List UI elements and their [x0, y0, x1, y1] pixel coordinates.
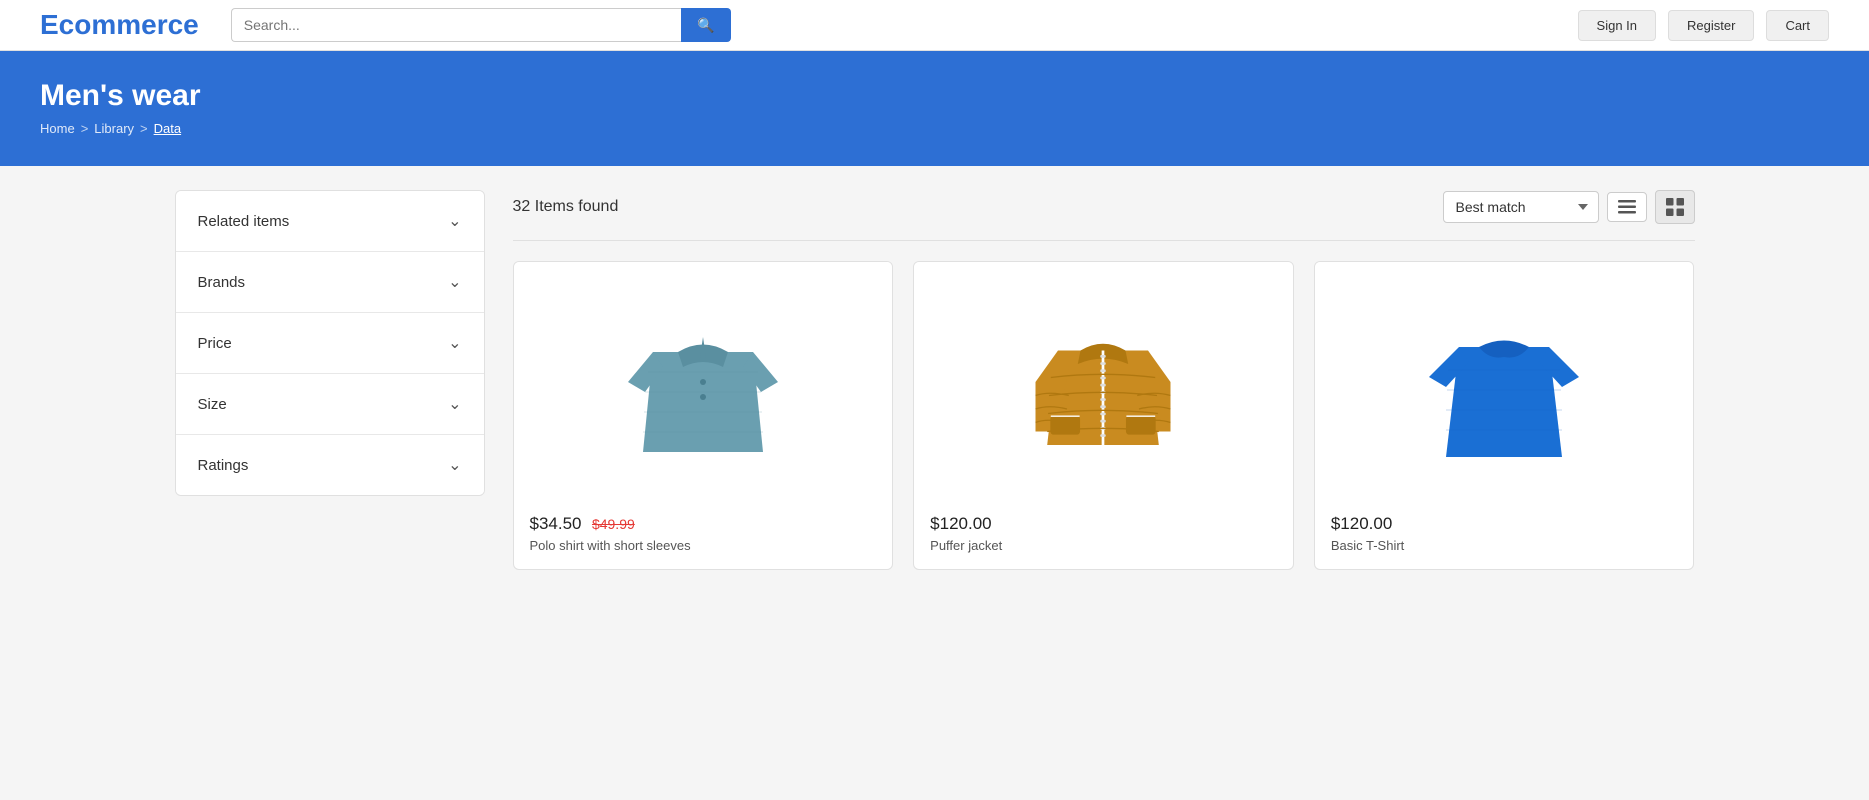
- hero-banner: Men's wear Home > Library > Data: [0, 51, 1869, 166]
- main-container: Related items ⌄ Brands ⌄ Price ⌄ Size ⌄ …: [135, 166, 1735, 594]
- list-view-button[interactable]: [1607, 192, 1647, 222]
- chevron-down-icon: ⌄: [448, 455, 461, 475]
- product-price-tshirt: $120.00: [1331, 514, 1678, 534]
- breadcrumb-home[interactable]: Home: [40, 121, 75, 136]
- filter-related-items[interactable]: Related items ⌄: [176, 191, 484, 252]
- filter-related-items-label: Related items: [198, 213, 290, 230]
- register-button[interactable]: Register: [1668, 10, 1754, 41]
- product-name-polo: Polo shirt with short sleeves: [530, 538, 877, 553]
- breadcrumb: Home > Library > Data: [40, 121, 1829, 136]
- sort-select[interactable]: Best match Price: Low to High Price: Hig…: [1443, 191, 1599, 223]
- search-input[interactable]: [231, 8, 682, 42]
- list-icon: [1618, 200, 1636, 214]
- breadcrumb-current: Data: [154, 121, 181, 136]
- signin-button[interactable]: Sign In: [1578, 10, 1656, 41]
- product-image-tshirt: [1315, 262, 1694, 502]
- header: Ecommerce 🔍 Sign In Register Cart: [0, 0, 1869, 51]
- breadcrumb-sep-1: >: [81, 121, 89, 136]
- grid-icon: [1666, 198, 1684, 216]
- filter-brands-label: Brands: [198, 274, 246, 291]
- chevron-down-icon: ⌄: [448, 394, 461, 414]
- divider: [513, 240, 1695, 241]
- product-card-tshirt[interactable]: $120.00 Basic T-Shirt: [1314, 261, 1695, 570]
- filter-price[interactable]: Price ⌄: [176, 313, 484, 374]
- product-price-jacket: $120.00: [930, 514, 1277, 534]
- products-area: 32 Items found Best match Price: Low to …: [513, 190, 1695, 570]
- product-price-polo: $34.50 $49.99: [530, 514, 877, 534]
- filter-panel: Related items ⌄ Brands ⌄ Price ⌄ Size ⌄ …: [175, 190, 485, 496]
- filter-price-label: Price: [198, 335, 232, 352]
- polo-shirt-image: [623, 292, 783, 472]
- chevron-down-icon: ⌄: [448, 272, 461, 292]
- product-image-jacket: [914, 262, 1293, 502]
- tshirt-image: [1424, 292, 1584, 472]
- filter-brands[interactable]: Brands ⌄: [176, 252, 484, 313]
- items-count: 32 Items found: [513, 198, 619, 216]
- grid-view-button[interactable]: [1655, 190, 1695, 224]
- breadcrumb-library[interactable]: Library: [94, 121, 134, 136]
- product-name-jacket: Puffer jacket: [930, 538, 1277, 553]
- product-grid: $34.50 $49.99 Polo shirt with short slee…: [513, 261, 1695, 570]
- product-card-polo[interactable]: $34.50 $49.99 Polo shirt with short slee…: [513, 261, 894, 570]
- filter-size[interactable]: Size ⌄: [176, 374, 484, 435]
- cart-button[interactable]: Cart: [1766, 10, 1829, 41]
- product-card-jacket[interactable]: $120.00 Puffer jacket: [913, 261, 1294, 570]
- product-info-jacket: $120.00 Puffer jacket: [914, 502, 1293, 569]
- product-name-tshirt: Basic T-Shirt: [1331, 538, 1678, 553]
- page-title: Men's wear: [40, 79, 1829, 113]
- filter-ratings[interactable]: Ratings ⌄: [176, 435, 484, 495]
- sidebar: Related items ⌄ Brands ⌄ Price ⌄ Size ⌄ …: [175, 190, 485, 570]
- header-actions: Sign In Register Cart: [1578, 10, 1829, 41]
- filter-size-label: Size: [198, 396, 227, 413]
- sort-controls: Best match Price: Low to High Price: Hig…: [1443, 190, 1695, 224]
- product-info-polo: $34.50 $49.99 Polo shirt with short slee…: [514, 502, 893, 569]
- product-image-polo: [514, 262, 893, 502]
- logo[interactable]: Ecommerce: [40, 9, 199, 41]
- products-header: 32 Items found Best match Price: Low to …: [513, 190, 1695, 224]
- product-info-tshirt: $120.00 Basic T-Shirt: [1315, 502, 1694, 569]
- search-bar: 🔍: [231, 8, 731, 42]
- chevron-down-icon: ⌄: [448, 333, 461, 353]
- filter-ratings-label: Ratings: [198, 457, 249, 474]
- search-button[interactable]: 🔍: [681, 8, 730, 42]
- breadcrumb-sep-2: >: [140, 121, 148, 136]
- chevron-down-icon: ⌄: [448, 211, 461, 231]
- jacket-image: [1023, 292, 1183, 472]
